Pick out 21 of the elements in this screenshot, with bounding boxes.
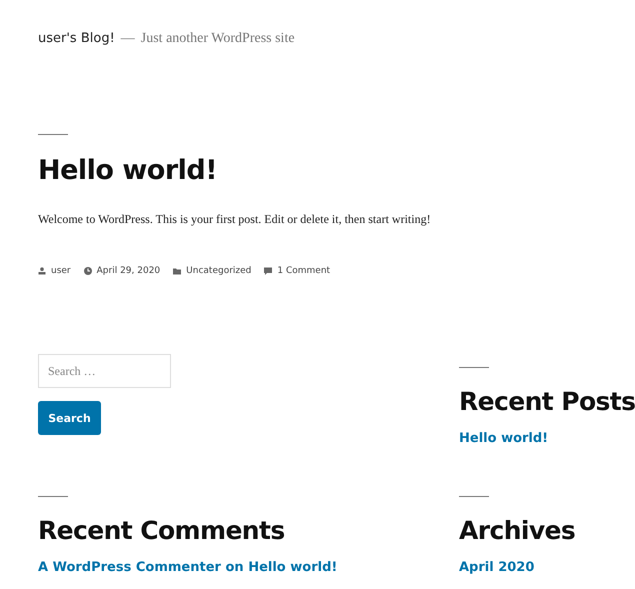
post-meta-link[interactable]: user <box>51 266 71 276</box>
post-title[interactable]: Hello world! <box>38 155 635 186</box>
widget-title: Recent Posts <box>459 387 635 416</box>
search-field[interactable]: Search … <box>38 354 171 388</box>
site-tagline: Just another WordPress site <box>140 31 295 47</box>
post-meta-link[interactable]: 1 Comment <box>277 266 330 276</box>
separator-dash: — <box>120 31 135 47</box>
post-text: Welcome to WordPress. This is your first post. Edit or delete it, then start writing! <box>38 212 432 227</box>
comment-icon <box>264 267 272 275</box>
site-title[interactable]: user's Blog! <box>38 31 115 46</box>
widget-title: Recent Comments <box>38 516 286 545</box>
folder-icon <box>173 267 182 275</box>
post-meta-link[interactable]: Uncategorized <box>186 266 252 276</box>
widget-title: Archives <box>459 516 576 545</box>
archive-link[interactable]: April 2020 <box>459 560 635 575</box>
comment-entry[interactable]: A WordPress Commenter on Hello world! <box>38 560 459 575</box>
search-button[interactable]: Search <box>38 401 101 435</box>
post-link[interactable]: Hello world! <box>459 431 635 446</box>
post-meta-link[interactable]: April 29, 2020 <box>96 266 160 276</box>
person-icon <box>38 267 46 275</box>
clock-icon <box>84 267 92 275</box>
